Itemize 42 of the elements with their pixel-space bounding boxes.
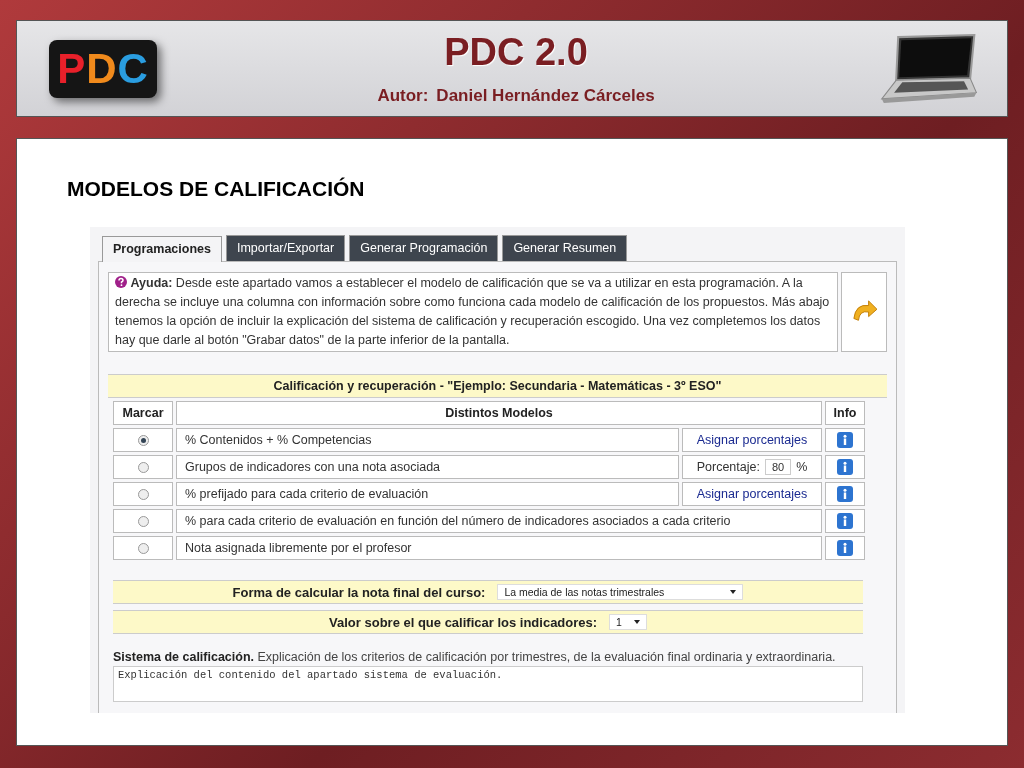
info-icon[interactable] bbox=[837, 459, 853, 475]
system-textarea[interactable]: Explicación del contenido del apartado sistema de evaluación. bbox=[113, 666, 863, 702]
radio-button[interactable] bbox=[137, 488, 149, 500]
model-cell: Grupos de indicadores con una nota asociada bbox=[176, 455, 679, 479]
percent-unit: % bbox=[796, 460, 808, 474]
page-heading: MODELOS DE CALIFICACIÓN bbox=[67, 177, 366, 201]
column-header: Marcar bbox=[113, 401, 173, 425]
tab[interactable]: Importar/Exportar bbox=[225, 235, 346, 261]
model-cell: % Contenidos + % Competencias bbox=[176, 428, 679, 452]
dropdown-caret-icon bbox=[730, 590, 737, 594]
column-header: Info bbox=[825, 401, 865, 425]
logo: PDC bbox=[49, 39, 157, 98]
info-icon[interactable] bbox=[837, 540, 853, 556]
system-description: Sistema de calificación. Explicación de los criterios de calificación por trimestres, de la evaluación final ordinaria y extraordinaria. bbox=[113, 650, 837, 664]
tab[interactable]: Generar Resumen bbox=[502, 235, 628, 261]
final-grade-dropdown[interactable]: La media de las notas trimestrales bbox=[497, 584, 744, 600]
model-cell: % prefijado para cada criterio de evaluación bbox=[176, 482, 679, 506]
tab[interactable]: Programaciones bbox=[102, 236, 222, 262]
info-icon[interactable] bbox=[837, 513, 853, 529]
column-header: Distintos Modelos bbox=[176, 401, 822, 425]
percent-field[interactable]: 80 bbox=[764, 459, 792, 475]
radio-button[interactable] bbox=[137, 515, 149, 527]
help-text: Ayuda: Desde este apartado vamos a establecer el modelo de calificación que se va a utilizar en esta programación. A la derecha se incluye una columna con información sobre como funciona cada modelo de calificación de los propuestos. Más abajo tenemos la opción de incluir la explicación del sistema de calificación y recuperación escogido. Una vez completemos los datos hay que darle al botón "Grabar datos" de la parte inferior de la pantalla. bbox=[108, 272, 838, 352]
help-icon bbox=[115, 276, 127, 288]
radio-button[interactable] bbox=[137, 542, 149, 554]
author-name: Daniel Hernández Cárceles bbox=[436, 86, 655, 106]
info-icon[interactable] bbox=[837, 486, 853, 502]
author-label: Autor: bbox=[377, 86, 429, 106]
percent-label: Porcentaje: bbox=[696, 460, 760, 474]
final-grade-label: Forma de calcular la nota final del curso: bbox=[232, 584, 486, 600]
model-cell: Nota asignada libremente por el profesor bbox=[176, 536, 822, 560]
dropdown-caret-icon bbox=[633, 620, 640, 624]
radio-button[interactable] bbox=[137, 434, 149, 446]
indicator-scale-dropdown[interactable]: 1 bbox=[609, 614, 647, 630]
tab[interactable]: Generar Programación bbox=[349, 235, 499, 261]
radio-button[interactable] bbox=[137, 461, 149, 473]
indicator-scale-label: Valor sobre el que calificar los indicadores: bbox=[329, 614, 598, 630]
section-title: Calificación y recuperación - "Ejemplo: Secundaria - Matemáticas - 3º ESO" bbox=[108, 374, 887, 398]
info-icon[interactable] bbox=[837, 432, 853, 448]
app-title: PDC 2.0 bbox=[443, 31, 589, 74]
model-cell: % para cada criterio de evaluación en función del número de indicadores asociados a cada criterio bbox=[176, 509, 822, 533]
return-arrow-icon[interactable] bbox=[850, 300, 878, 324]
